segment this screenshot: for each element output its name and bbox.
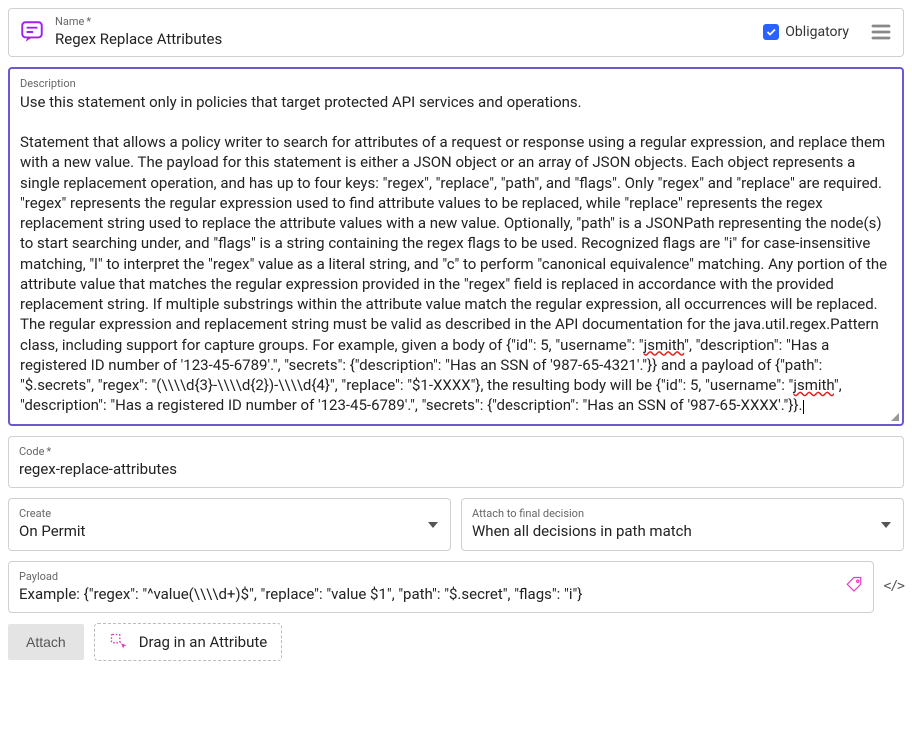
menu-icon[interactable] (869, 20, 893, 44)
payload-value: Example: {"regex": "^value(\\\\d+)$", "r… (19, 585, 863, 605)
code-label: Code* (19, 445, 893, 458)
attach-decision-dropdown[interactable]: Attach to final decision When all decisi… (461, 498, 904, 551)
name-label: Name* (55, 15, 753, 28)
code-toggle-icon[interactable]: </> (884, 561, 904, 614)
drag-attribute-target[interactable]: Drag in an Attribute (94, 623, 283, 661)
text-cursor (803, 400, 804, 414)
spellcheck-word-2: jsmith (793, 376, 834, 394)
obligatory-label: Obligatory (785, 24, 849, 40)
chevron-down-icon (881, 516, 891, 532)
create-label: Create (19, 507, 440, 520)
attach-decision-value: When all decisions in path match (472, 522, 893, 542)
statement-icon (19, 19, 45, 45)
drag-icon (109, 632, 129, 652)
spellcheck-word-1: jsmith (644, 336, 685, 354)
attach-decision-label: Attach to final decision (472, 507, 893, 520)
description-value[interactable]: Use this statement only in policies that… (20, 92, 892, 416)
code-field[interactable]: Code* regex-replace-attributes (8, 436, 904, 489)
chevron-down-icon (428, 516, 438, 532)
code-value: regex-replace-attributes (19, 460, 893, 480)
description-label: Description (20, 77, 892, 90)
drag-label: Drag in an Attribute (139, 633, 268, 651)
name-field: Name* Regex Replace Attributes Obligator… (8, 8, 904, 57)
check-icon (763, 24, 779, 40)
description-field[interactable]: Description Use this statement only in p… (8, 67, 904, 426)
attach-button[interactable]: Attach (8, 624, 84, 660)
payload-label: Payload (19, 570, 863, 583)
create-value: On Permit (19, 522, 440, 542)
tag-icon[interactable] (845, 576, 863, 598)
obligatory-checkbox[interactable]: Obligatory (763, 24, 849, 40)
create-dropdown[interactable]: Create On Permit (8, 498, 451, 551)
payload-field[interactable]: Payload Example: {"regex": "^value(\\\\d… (8, 561, 874, 614)
name-value[interactable]: Regex Replace Attributes (55, 30, 753, 50)
